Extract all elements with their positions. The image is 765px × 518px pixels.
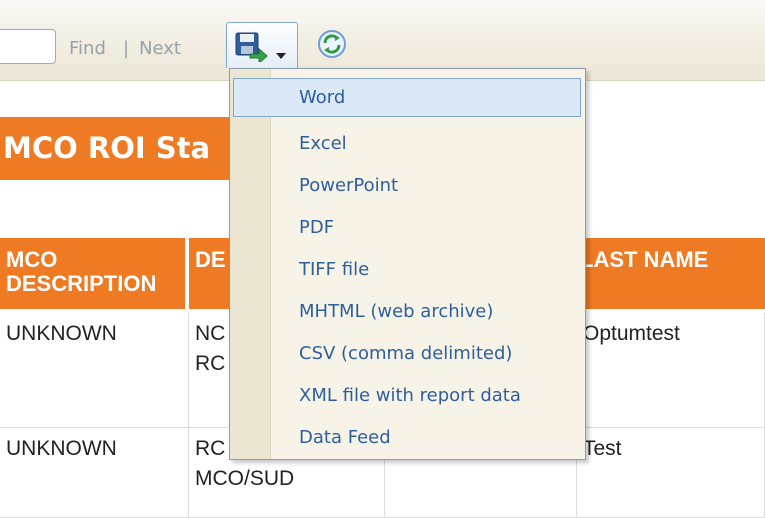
menu-item-pdf[interactable]: PDF xyxy=(233,208,581,247)
column-header-description[interactable]: DE xyxy=(189,238,229,309)
table-cell-last-name: Test xyxy=(577,428,765,518)
menu-item-xml[interactable]: XML file with report data xyxy=(233,376,581,415)
save-disk-arrow-icon xyxy=(235,32,269,66)
table-cell-last-name: Optumtest xyxy=(577,313,765,428)
table-cell-mco-description: UNKNOWN xyxy=(0,313,189,428)
export-dropdown-button[interactable] xyxy=(226,22,298,68)
menu-item-powerpoint[interactable]: PowerPoint xyxy=(233,166,581,205)
report-title: MCO ROI Sta xyxy=(0,117,240,180)
menu-item-mhtml[interactable]: MHTML (web archive) xyxy=(233,292,581,331)
refresh-button[interactable] xyxy=(316,28,348,60)
export-format-menu: Word Excel PowerPoint PDF TIFF file MHTM… xyxy=(229,68,586,460)
menu-item-excel[interactable]: Excel xyxy=(233,124,581,163)
find-link[interactable]: Find xyxy=(69,38,106,59)
menu-item-data-feed[interactable]: Data Feed xyxy=(233,418,581,457)
chevron-down-icon xyxy=(276,44,286,63)
menu-item-word[interactable]: Word xyxy=(233,78,581,117)
menu-item-csv[interactable]: CSV (comma delimited) xyxy=(233,334,581,373)
find-text-input[interactable] xyxy=(0,29,56,64)
menu-item-tiff-file[interactable]: TIFF file xyxy=(233,250,581,289)
column-header-last-name[interactable]: LAST NAME xyxy=(577,238,765,309)
column-header-mco-description[interactable]: MCO DESCRIPTION xyxy=(0,238,185,309)
find-next-link[interactable]: Next xyxy=(139,38,181,59)
table-cell-mco-description: UNKNOWN xyxy=(0,428,189,518)
find-separator: | xyxy=(123,38,130,59)
refresh-icon xyxy=(316,30,348,64)
